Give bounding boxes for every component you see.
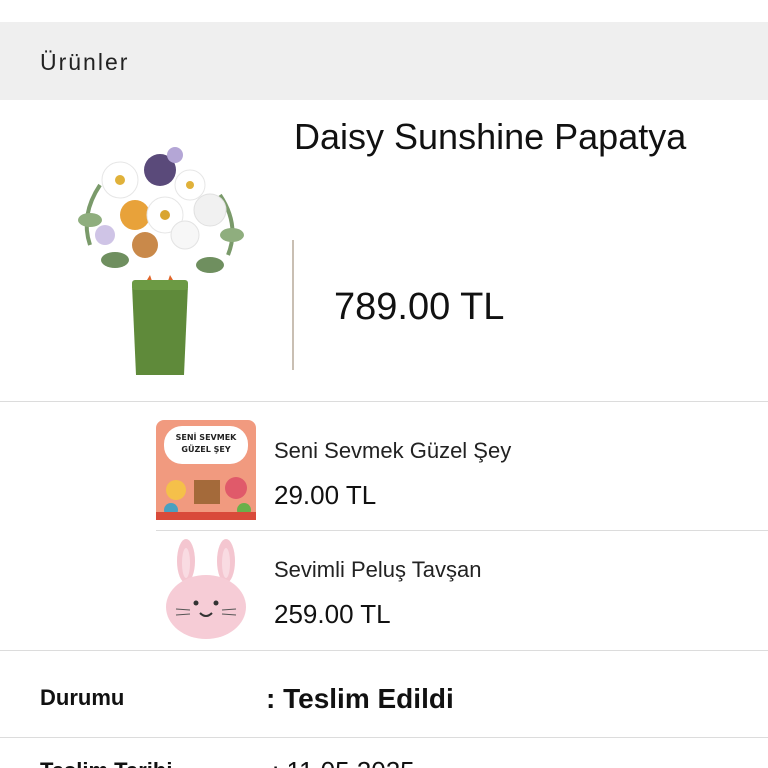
price-divider xyxy=(292,240,294,370)
delivery-date-row: Teslim Tarihi : 11.05.2025 xyxy=(0,738,768,768)
addon-item[interactable]: SENİ SEVMEK GÜZEL ŞEY Seni Sevmek Güzel … xyxy=(156,412,768,531)
flower-bouquet-icon xyxy=(78,147,244,375)
section-header: Ürünler xyxy=(0,22,768,100)
delivery-date-label: Teslim Tarihi xyxy=(40,758,172,768)
card-text-line-2: GÜZEL ŞEY xyxy=(181,444,230,454)
greeting-card-icon: SENİ SEVMEK GÜZEL ŞEY xyxy=(156,420,256,520)
order-status-row: Durumu : Teslim Edildi xyxy=(0,651,768,738)
product-name: Daisy Sunshine Papatya xyxy=(294,116,687,157)
delivery-date-value: : 11.05.2025 xyxy=(272,756,415,768)
addon-name: Seni Sevmek Güzel Şey xyxy=(274,438,512,463)
addon-item[interactable]: Sevimli Peluş Tavşan 259.00 TL xyxy=(156,531,768,650)
top-strip xyxy=(0,0,768,22)
main-product-card[interactable]: Daisy Sunshine Papatya 789.00 TL xyxy=(0,100,768,402)
addon-price: 29.00 TL xyxy=(274,480,377,510)
plush-bunny-icon xyxy=(156,539,256,639)
addon-name: Sevimli Peluş Tavşan xyxy=(274,557,482,582)
status-value: : Teslim Edildi xyxy=(266,683,454,714)
status-label: Durumu xyxy=(40,685,125,710)
addon-price: 259.00 TL xyxy=(274,599,391,629)
product-price: 789.00 TL xyxy=(334,286,505,328)
card-text-line-1: SENİ SEVMEK xyxy=(176,432,238,442)
section-title: Ürünler xyxy=(40,49,130,75)
